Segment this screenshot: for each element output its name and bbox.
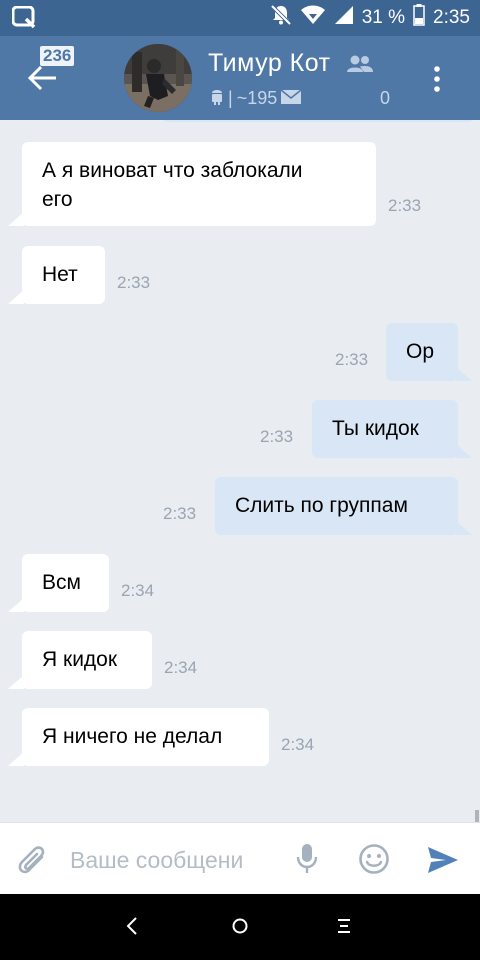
android-icon bbox=[210, 87, 224, 110]
message-bubble[interactable]: Ор bbox=[386, 323, 472, 381]
message-text: Всм bbox=[42, 571, 81, 594]
battery-status: 31 % bbox=[361, 7, 406, 28]
paperclip-icon[interactable] bbox=[16, 843, 48, 882]
emoji-icon[interactable] bbox=[358, 843, 390, 880]
muted-bell-icon bbox=[270, 4, 292, 32]
search-app-icon bbox=[11, 5, 38, 35]
chat-subtitle: | ~195 bbox=[210, 87, 302, 110]
message-text-line: его bbox=[42, 188, 73, 211]
unread-badge: 236 bbox=[40, 46, 75, 66]
message-bubble[interactable]: Нет bbox=[8, 246, 105, 304]
message-time: 2:33 bbox=[335, 350, 369, 369]
message-text: Я ничего не делал bbox=[42, 725, 223, 748]
message-bubble[interactable]: Всм bbox=[8, 554, 109, 612]
message-time: 2:34 bbox=[281, 735, 315, 754]
message-text: Ор bbox=[406, 340, 435, 363]
message-bubble[interactable]: Я ничего не делал bbox=[8, 708, 269, 766]
back-arrow-icon bbox=[27, 65, 56, 91]
message-text: Я кидок bbox=[42, 648, 118, 671]
microphone-icon[interactable] bbox=[296, 843, 318, 880]
system-navigation-bar bbox=[0, 894, 480, 960]
message-text: Слить по группам bbox=[235, 494, 408, 517]
signal-icon bbox=[334, 5, 354, 31]
more-vertical-icon bbox=[434, 66, 440, 92]
battery-icon bbox=[413, 4, 425, 32]
message-input[interactable] bbox=[70, 843, 280, 877]
message-bubble[interactable]: Ты кидок bbox=[312, 400, 472, 458]
chat-header: 236 Тимур Кот | ~195 0 bbox=[0, 36, 480, 120]
message-time: 2:33 bbox=[117, 273, 151, 292]
member-count: ~195 bbox=[236, 88, 278, 108]
message-text: Нет bbox=[42, 263, 78, 286]
nav-home-icon[interactable] bbox=[228, 914, 252, 943]
friends-icon bbox=[346, 54, 374, 79]
wifi-icon bbox=[300, 5, 326, 31]
nav-menu-icon[interactable] bbox=[334, 916, 354, 941]
message-bubble[interactable]: Слить по группам bbox=[215, 477, 472, 535]
nav-back-icon[interactable] bbox=[124, 916, 140, 941]
message-time: 2:33 bbox=[163, 504, 197, 523]
message-bubble[interactable]: Я кидок bbox=[8, 631, 152, 689]
send-icon[interactable] bbox=[426, 845, 460, 880]
subtitle-extra: 0 bbox=[380, 88, 391, 108]
message-composer bbox=[0, 822, 480, 894]
scrollbar[interactable] bbox=[475, 810, 479, 822]
more-button[interactable] bbox=[428, 64, 446, 94]
chat-title[interactable]: Тимур Кот bbox=[208, 49, 331, 78]
message-text: Ты кидок bbox=[332, 417, 419, 440]
mail-icon bbox=[280, 88, 302, 109]
previous-message-edge bbox=[162, 120, 474, 122]
subtitle-separator: | bbox=[228, 88, 233, 108]
message-time: 2:34 bbox=[121, 581, 155, 600]
back-button[interactable] bbox=[26, 62, 60, 94]
message-time: 2:34 bbox=[164, 658, 198, 677]
message-text-line: А я виноват что заблокали bbox=[42, 159, 303, 182]
clock: 2:35 bbox=[433, 7, 470, 28]
message-list[interactable]: А я виноват что заблокали его 2:33 Нет 2… bbox=[0, 120, 480, 822]
message-time: 2:33 bbox=[388, 196, 422, 215]
status-bar: 31 % 2:35 bbox=[0, 0, 480, 36]
message-time: 2:33 bbox=[260, 427, 294, 446]
avatar[interactable] bbox=[124, 44, 192, 112]
message-bubble[interactable]: А я виноват что заблокали его bbox=[8, 142, 376, 226]
